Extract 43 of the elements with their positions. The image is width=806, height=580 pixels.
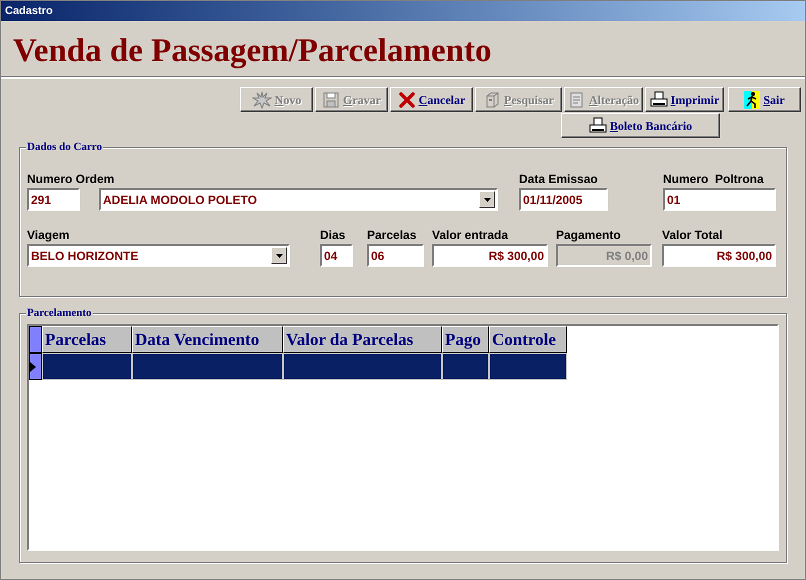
field-label: Viagem <box>27 228 70 243</box>
column-header[interactable]: Parcelas <box>42 326 132 353</box>
field-label: Numero Ordem <box>27 172 114 187</box>
running-figure-icon <box>744 90 760 108</box>
table-cell[interactable] <box>42 353 132 380</box>
toolbar-button[interactable]: Imprimir <box>645 87 724 112</box>
field-label: Pagamento <box>556 228 621 243</box>
input-field[interactable]: R$ 300,00 <box>432 244 548 267</box>
close-icon <box>398 90 416 108</box>
table-cell[interactable] <box>283 353 442 380</box>
page-heading: Venda de Passagem/Parcelamento <box>13 34 492 68</box>
input-field[interactable]: 04 <box>320 244 353 267</box>
input-field[interactable]: 291 <box>27 188 80 211</box>
table-cell[interactable] <box>489 353 567 380</box>
field-label: Dias <box>320 228 346 243</box>
table-cell[interactable] <box>442 353 489 380</box>
current-row-icon <box>30 362 36 372</box>
row-indicator-header <box>29 326 42 353</box>
input-field[interactable]: 01/11/2005 <box>519 188 608 211</box>
printer-icon <box>650 90 668 108</box>
toolbar-button[interactable]: Cancelar <box>390 87 473 112</box>
field-label: Numero Poltrona <box>663 172 764 187</box>
starburst-icon <box>252 90 272 108</box>
input-field[interactable]: R$ 300,00 <box>662 244 776 267</box>
printer-icon <box>588 116 607 134</box>
field-label: Valor entrada <box>432 228 508 243</box>
floppy-icon <box>322 90 340 108</box>
column-header[interactable]: Pago <box>442 326 489 353</box>
column-header[interactable]: Valor da Parcelas <box>283 326 442 353</box>
table-cell[interactable] <box>132 353 283 380</box>
toolbar-button[interactable]: Sair <box>728 87 801 112</box>
window-title: Cadastro <box>5 4 53 19</box>
toolbar-button[interactable]: Boleto Bancário <box>561 113 720 138</box>
column-header[interactable]: Controle <box>489 326 567 353</box>
column-header[interactable]: Data Vencimento <box>132 326 283 353</box>
field-label: Parcelas <box>367 228 416 243</box>
input-field[interactable]: 06 <box>367 244 424 267</box>
field-label: Data Emissao <box>519 172 598 187</box>
dropdown[interactable]: BELO HORIZONTE <box>27 244 290 267</box>
dropdown[interactable]: ADELIA MODOLO POLETO <box>99 188 498 211</box>
field-label: Valor Total <box>662 228 722 243</box>
input-field[interactable]: 01 <box>663 188 776 211</box>
row-indicator[interactable] <box>29 353 42 380</box>
